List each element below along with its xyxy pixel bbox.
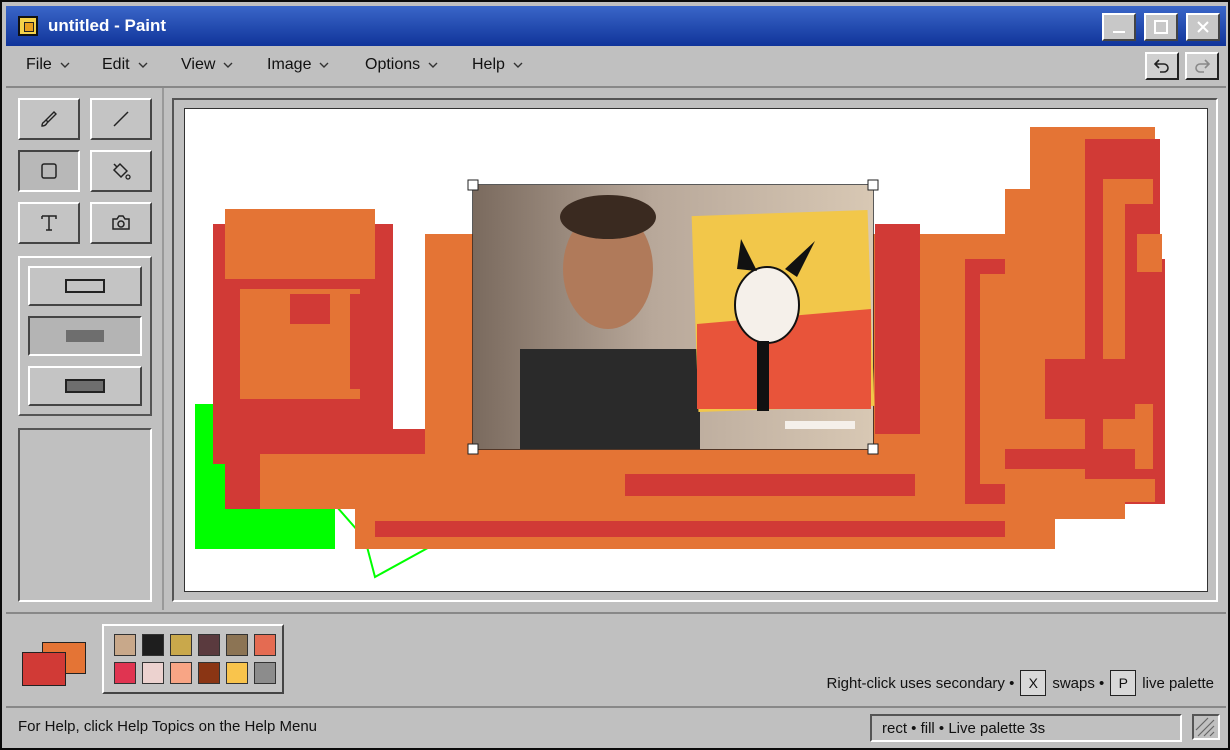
hint-prefix: Right-click uses secondary •: [826, 674, 1015, 692]
shortcut-hint: Right-click uses secondary • X swaps • P…: [827, 670, 1214, 696]
close-icon: [1197, 21, 1209, 33]
maximize-button[interactable]: [1144, 13, 1178, 41]
minimize-icon: [1113, 31, 1125, 33]
style-outline[interactable]: [28, 266, 142, 306]
menu-edit[interactable]: Edit: [102, 56, 148, 74]
line-tool[interactable]: [90, 98, 152, 140]
undo-icon: [1153, 59, 1169, 73]
fill-tool[interactable]: [90, 150, 152, 192]
menu-edit-label: Edit: [102, 56, 130, 73]
menu-bar: File Edit View Image Options Help: [6, 48, 1226, 86]
maximize-icon: [1154, 20, 1168, 34]
fill-style-panel: [18, 256, 152, 416]
palette-color[interactable]: [170, 634, 192, 656]
style-fill[interactable]: [28, 316, 142, 356]
palette-color[interactable]: [226, 662, 248, 684]
paint-app-icon: [18, 16, 38, 36]
chevron-down-icon: [223, 62, 233, 68]
menu-view[interactable]: View: [181, 56, 233, 74]
tool-options-panel: [18, 428, 152, 602]
text-tool[interactable]: [18, 202, 80, 244]
menu-help[interactable]: Help: [472, 56, 523, 74]
resize-grip-icon: [1195, 717, 1215, 737]
drawing-artwork: [195, 127, 1165, 579]
camera-icon: [112, 215, 130, 230]
fill-swatch-icon: [66, 330, 104, 342]
resize-grip[interactable]: [1192, 714, 1220, 740]
palette-color[interactable]: [114, 662, 136, 684]
palette-color[interactable]: [142, 662, 164, 684]
status-help-text: For Help, click Help Topics on the Help …: [18, 718, 318, 735]
menu-file-label: File: [26, 56, 52, 73]
menu-help-label: Help: [472, 56, 505, 73]
menu-view-label: View: [181, 56, 216, 73]
primary-color-swatch[interactable]: [22, 652, 66, 686]
chevron-down-icon: [428, 62, 438, 68]
paint-bucket-icon: [112, 162, 131, 180]
palette-color[interactable]: [170, 662, 192, 684]
palette-color[interactable]: [254, 662, 276, 684]
brush-icon: [41, 111, 57, 127]
undo-button[interactable]: [1145, 52, 1179, 80]
style-outline-fill[interactable]: [28, 366, 142, 406]
canvas-frame: [172, 98, 1218, 602]
line-icon: [113, 111, 129, 127]
menu-file[interactable]: File: [26, 56, 70, 74]
close-button[interactable]: [1186, 13, 1220, 41]
outline-swatch-icon: [65, 279, 105, 293]
rectangle-icon: [41, 163, 57, 179]
toolbox-separator: [162, 88, 164, 610]
menu-options[interactable]: Options: [365, 56, 438, 74]
palette-color[interactable]: [254, 634, 276, 656]
palette-color[interactable]: [198, 662, 220, 684]
palette-color[interactable]: [198, 634, 220, 656]
chevron-down-icon: [513, 62, 523, 68]
palette-key: P: [1110, 670, 1137, 696]
status-mode: rect • fill • Live palette 3s: [870, 714, 1182, 742]
menu-options-label: Options: [365, 56, 421, 73]
toolbox: [6, 88, 162, 610]
drawing-canvas[interactable]: [184, 108, 1208, 592]
paint-window: untitled - Paint File Edit View Image Op…: [0, 0, 1230, 750]
menu-image[interactable]: Image: [267, 56, 329, 74]
outline-fill-swatch-icon: [65, 379, 105, 393]
title-bar[interactable]: untitled - Paint: [6, 6, 1226, 46]
rectangle-tool[interactable]: [18, 150, 80, 192]
menu-image-label: Image: [267, 56, 312, 73]
chevron-down-icon: [138, 62, 148, 68]
color-palette: [102, 624, 284, 694]
hint-swap-text: swaps •: [1052, 674, 1105, 692]
brush-tool[interactable]: [18, 98, 80, 140]
redo-button[interactable]: [1185, 52, 1219, 80]
status-divider: [6, 706, 1226, 708]
redo-icon: [1195, 59, 1211, 73]
minimize-button[interactable]: [1102, 13, 1136, 41]
menu-divider: [6, 86, 1226, 88]
swap-key: X: [1020, 670, 1047, 696]
palette-color[interactable]: [142, 634, 164, 656]
palette-divider: [6, 612, 1226, 614]
chevron-down-icon: [319, 62, 329, 68]
hint-palette-text: live palette: [1142, 674, 1214, 692]
window-title: untitled - Paint: [48, 16, 167, 35]
camera-tool[interactable]: [90, 202, 152, 244]
chevron-down-icon: [60, 62, 70, 68]
palette-color[interactable]: [226, 634, 248, 656]
palette-color[interactable]: [114, 634, 136, 656]
text-icon: [41, 215, 57, 231]
